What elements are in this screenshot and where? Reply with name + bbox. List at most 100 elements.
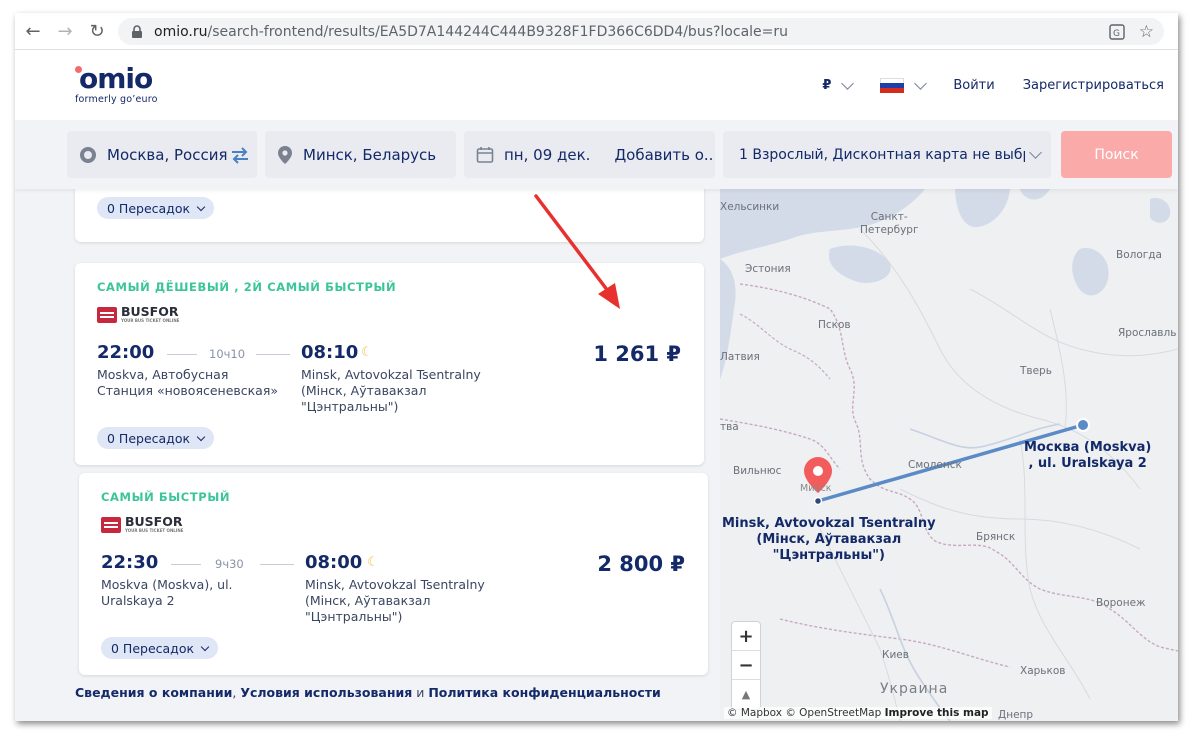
- logo-dot-icon: [75, 66, 82, 73]
- chevron-down-icon: [196, 432, 206, 441]
- map-label-helsinki: Хельсинки: [720, 201, 780, 213]
- compass-button[interactable]: ▲: [732, 680, 760, 709]
- map-label-latvia: Латвия: [720, 351, 760, 363]
- duration-line: [256, 354, 290, 355]
- map-label-dnepr: Днепр: [998, 709, 1034, 721]
- chevron-down-icon: [914, 76, 928, 90]
- osm-attribution-link[interactable]: © OpenStreetMap: [785, 707, 881, 719]
- map-label-tver: Тверь: [1020, 365, 1052, 377]
- departure-time: 22:30: [101, 552, 159, 573]
- register-link[interactable]: Зарегистрироваться: [1023, 78, 1164, 93]
- date-field[interactable]: пн, 09 дек. Добавить о...: [464, 131, 715, 178]
- result-tag: САМЫЙ ДЁШЕВЫЙ , 2Й САМЫЙ БЫСТРЫЙ: [97, 280, 397, 294]
- logo-wordmark: omio: [79, 62, 153, 95]
- map-label-yaroslavl: Ярославль: [1118, 327, 1177, 339]
- star-icon[interactable]: ☆: [1139, 22, 1154, 42]
- currency-symbol: ₽: [822, 77, 832, 93]
- carrier-logo: BUSFOR YOUR BUS TICKET ONLINE: [97, 304, 180, 323]
- map-zoom-controls: + − ▲: [732, 622, 760, 709]
- busfor-icon: [97, 306, 117, 323]
- carrier-logo: BUSFOR YOUR BUS TICKET ONLINE: [101, 514, 184, 533]
- transfers-label: 0 Пересадок: [107, 200, 191, 216]
- moscow-stop-text: Москва (Moskva) , ul. Uralskaya 2: [1024, 440, 1152, 471]
- map-label-ukraine: Украина: [880, 681, 949, 697]
- departure-date-value: пн, 09 дек.: [504, 145, 591, 164]
- ticket-price[interactable]: 1 261 ₽: [535, 342, 681, 366]
- site-header: omio formerly go’euro ₽ Войти Зарегистри…: [15, 50, 1178, 120]
- map-label-bryansk: Брянск: [976, 531, 1016, 543]
- minsk-stop-text: Minsk, Avtovokzal Tsentralny (Мінск, Аўт…: [722, 516, 936, 563]
- map-label-smolensk: Смоленск: [908, 459, 962, 471]
- about-company-link[interactable]: Сведения о компании: [75, 685, 232, 700]
- url-host: omio.ru: [154, 23, 208, 40]
- svg-text:G: G: [1113, 29, 1120, 39]
- origin-value: Москва, Россия: [107, 145, 228, 164]
- russia-flag-icon: [880, 77, 905, 93]
- address-bar[interactable]: omio.ru/search-frontend/results/EA5D7A14…: [118, 18, 1164, 45]
- language-selector[interactable]: [880, 76, 928, 93]
- departure-time: 22:00: [97, 342, 155, 363]
- transfers-toggle[interactable]: 0 Пересадок: [101, 637, 219, 659]
- improve-map-link[interactable]: Improve this map: [885, 707, 989, 719]
- trip-duration: 9ч30: [215, 557, 244, 571]
- map-label-pskov: Псков: [818, 319, 851, 331]
- passengers-field[interactable]: 1 Взрослый, Дисконтная карта не выбра: [723, 131, 1051, 178]
- duration-line: [260, 564, 294, 565]
- privacy-link[interactable]: Политика конфиденциальности: [428, 685, 660, 700]
- map-label-estonia: Эстония: [745, 263, 791, 275]
- route-map[interactable]: Хельсинки Санкт- Петербург Вологда Эстон…: [720, 189, 1178, 721]
- moon-icon: ☾: [361, 345, 373, 360]
- carrier-subtitle: YOUR BUS TICKET ONLINE: [121, 318, 180, 323]
- url-path: /search-frontend/results/EA5D7A144244C44…: [207, 23, 789, 40]
- login-link[interactable]: Войти: [953, 78, 994, 93]
- back-icon[interactable]: ←: [19, 17, 47, 45]
- arrival-time: 08:00: [305, 552, 363, 573]
- logo-subtitle: formerly go’euro: [75, 94, 158, 105]
- trip-duration: 10ч10: [209, 347, 246, 361]
- result-card[interactable]: САМЫЙ БЫСТРЫЙ BUSFOR YOUR BUS TICKET ONLI…: [79, 473, 708, 675]
- map-label-kiev: Киев: [882, 649, 909, 661]
- footer-links: Сведения о компании, Условия использован…: [75, 685, 661, 700]
- url-text: omio.ru/search-frontend/results/EA5D7A14…: [154, 24, 788, 40]
- map-label-voronezh: Воронеж: [1096, 597, 1146, 609]
- mapbox-attribution-link[interactable]: © Mapbox: [727, 707, 782, 719]
- return-date-placeholder[interactable]: Добавить о...: [614, 146, 715, 164]
- search-form: Москва, Россия Минск, Беларусь пн, 09 де…: [15, 120, 1178, 189]
- swap-icon[interactable]: [229, 144, 251, 166]
- chevron-down-icon: [841, 76, 855, 90]
- terms-link[interactable]: Условия использования: [240, 685, 412, 700]
- chevron-down-icon: [196, 202, 206, 211]
- origin-circle-icon: [80, 146, 96, 163]
- chevron-down-icon: [200, 642, 210, 651]
- carrier-subtitle: YOUR BUS TICKET ONLINE: [125, 528, 184, 533]
- result-card[interactable]: САМЫЙ ДЁШЕВЫЙ , 2Й САМЫЙ БЫСТРЫЙ BUSFOR Y…: [75, 263, 704, 465]
- destination-field[interactable]: Минск, Беларусь: [265, 131, 456, 178]
- forward-icon[interactable]: →: [51, 17, 79, 45]
- transfers-toggle[interactable]: 0 Пересадок: [97, 197, 215, 219]
- map-attribution: © Mapbox © OpenStreetMap Improve this ma…: [724, 707, 992, 719]
- arrival-time: 08:10: [301, 342, 359, 363]
- zoom-out-button[interactable]: −: [732, 651, 760, 680]
- passengers-value: 1 Взрослый, Дисконтная карта не выбра: [739, 146, 1025, 163]
- map-label-vologda: Вологда: [1116, 249, 1162, 261]
- transfers-label: 0 Пересадок: [107, 430, 191, 446]
- map-label-spb-text: Санкт- Петербург: [860, 211, 919, 236]
- zoom-in-button[interactable]: +: [732, 622, 760, 651]
- transfers-toggle[interactable]: 0 Пересадок: [97, 427, 215, 449]
- duration-line: [167, 354, 197, 355]
- search-button[interactable]: Поиск: [1061, 131, 1172, 178]
- result-tag: САМЫЙ БЫСТРЫЙ: [101, 490, 231, 504]
- carrier-name: BUSFOR: [121, 304, 179, 319]
- departure-station: Moskva, Автобусная Станция «новоясеневск…: [97, 367, 279, 398]
- busfor-icon: [101, 516, 121, 533]
- browser-window: ← → ↻ omio.ru/search-frontend/results/EA…: [15, 13, 1178, 721]
- translate-icon[interactable]: G: [1109, 24, 1125, 40]
- destination-value: Минск, Беларусь: [303, 145, 437, 164]
- ticket-price[interactable]: 2 800 ₽: [539, 552, 685, 576]
- carrier-name: BUSFOR: [125, 514, 183, 529]
- currency-selector[interactable]: ₽: [822, 76, 855, 93]
- location-pin-icon: [278, 145, 292, 164]
- omio-logo[interactable]: omio formerly go’euro: [75, 64, 158, 105]
- reload-icon[interactable]: ↻: [83, 17, 111, 45]
- moscow-stop-label: Москва (Moskva) , ul. Uralskaya 2: [1024, 440, 1151, 472]
